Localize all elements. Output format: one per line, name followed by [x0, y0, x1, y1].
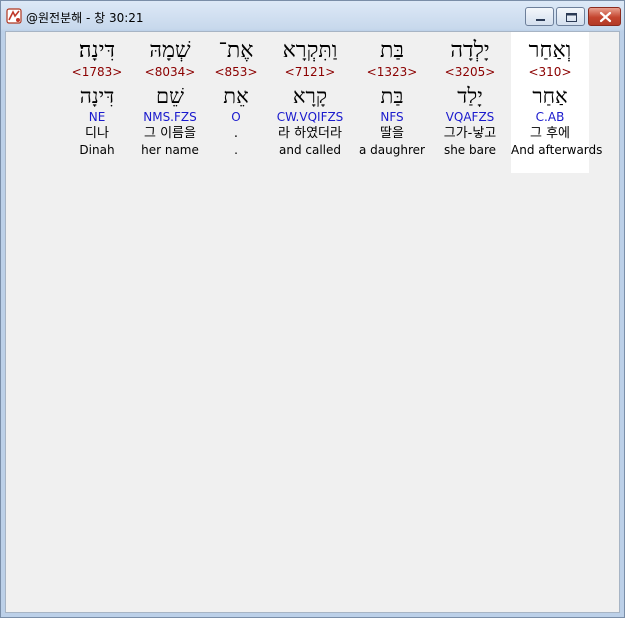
english-gloss: a daughrer [359, 143, 425, 157]
hebrew-lemma: יָלַד [457, 84, 483, 108]
korean-gloss: 딸을 [380, 126, 404, 141]
maximize-icon [566, 13, 577, 22]
hebrew-word: וְאַחַר [528, 38, 572, 63]
app-window: @원전분해 - 창 30:21 וְאַחַר <310> אַחַר C.AB… [0, 0, 625, 618]
korean-gloss: 라 하였더라 [278, 126, 342, 141]
close-button[interactable] [588, 7, 621, 26]
word-column-2[interactable]: יָלְדָה <3205> יָלַד VQAFZS 그가-낳고 she ba… [431, 32, 509, 158]
parsing-code: O [231, 110, 241, 124]
app-icon[interactable] [6, 8, 22, 24]
strong-number[interactable]: <853> [206, 64, 266, 80]
parsing-code: NMS.FZS [143, 110, 197, 124]
word-column-4[interactable]: וַתִּקְרָא <7121> קָרָא CW.VQIFZS 라 하였더라… [265, 32, 355, 158]
minimize-button[interactable] [525, 7, 554, 26]
korean-gloss: . [233, 126, 239, 141]
hebrew-word: דִּינָה׃ [78, 38, 116, 63]
parsing-code: C.AB [535, 110, 565, 124]
hebrew-word: בַּת [379, 38, 405, 63]
parsing-code: VQAFZS [445, 110, 495, 124]
hebrew-word: אֶת־ [218, 38, 254, 63]
word-column-1[interactable]: וְאַחַר <310> אַחַר C.AB 그 후에 And afterw… [511, 32, 603, 173]
hebrew-lemma: אַחַר [532, 84, 568, 108]
korean-gloss: 그가-낳고 [443, 126, 497, 141]
english-gloss: and called [278, 143, 341, 157]
english-gloss: And afterwards [511, 143, 603, 157]
strong-number[interactable]: <310> [511, 64, 589, 80]
english-gloss: Dinah [79, 143, 115, 157]
hebrew-lemma: בַּת [380, 84, 404, 108]
parsing-code: CW.VQIFZS [276, 110, 344, 124]
english-gloss: . [234, 143, 238, 157]
hebrew-word: וַתִּקְרָא [282, 38, 338, 63]
word-column-6[interactable]: שְׁמָהּ <8034> שֵׁם NMS.FZS 그 이름을 her na… [130, 32, 210, 158]
strong-number[interactable]: <1783> [62, 64, 132, 80]
close-icon [599, 11, 612, 23]
strong-number[interactable]: <3205> [431, 64, 509, 80]
interlinear-panel[interactable]: וְאַחַר <310> אַחַר C.AB 그 후에 And afterw… [5, 31, 620, 613]
hebrew-lemma: דִּינָה [79, 84, 115, 108]
window-title: @원전분해 - 창 30:21 [26, 11, 144, 25]
strong-number[interactable]: <7121> [265, 64, 355, 80]
word-column-7[interactable]: דִּינָה׃ <1783> דִּינָה NE 디나 Dinah [62, 32, 132, 158]
hebrew-lemma: קָרָא [292, 84, 328, 108]
english-gloss: she bare [443, 143, 497, 157]
maximize-button[interactable] [556, 7, 585, 26]
hebrew-word: שְׁמָהּ [149, 38, 191, 63]
parsing-code: NE [88, 110, 106, 124]
parsing-code: NFS [380, 110, 404, 124]
korean-gloss: 디나 [85, 126, 109, 141]
strong-number[interactable]: <1323> [353, 64, 431, 80]
korean-gloss: 그 이름을 [144, 126, 196, 141]
title-bar[interactable]: @원전분해 - 창 30:21 [1, 1, 624, 31]
english-gloss: her name [141, 143, 199, 157]
word-column-3[interactable]: בַּת <1323> בַּת NFS 딸을 a daughrer [353, 32, 431, 158]
korean-gloss: 그 후에 [529, 126, 570, 141]
hebrew-word: יָלְדָה [450, 38, 490, 63]
word-column-5[interactable]: אֶת־ <853> אֵת O . . [206, 32, 266, 158]
minimize-icon [536, 19, 545, 21]
hebrew-lemma: שֵׁם [156, 84, 184, 108]
strong-number[interactable]: <8034> [130, 64, 210, 80]
hebrew-lemma: אֵת [223, 84, 249, 108]
